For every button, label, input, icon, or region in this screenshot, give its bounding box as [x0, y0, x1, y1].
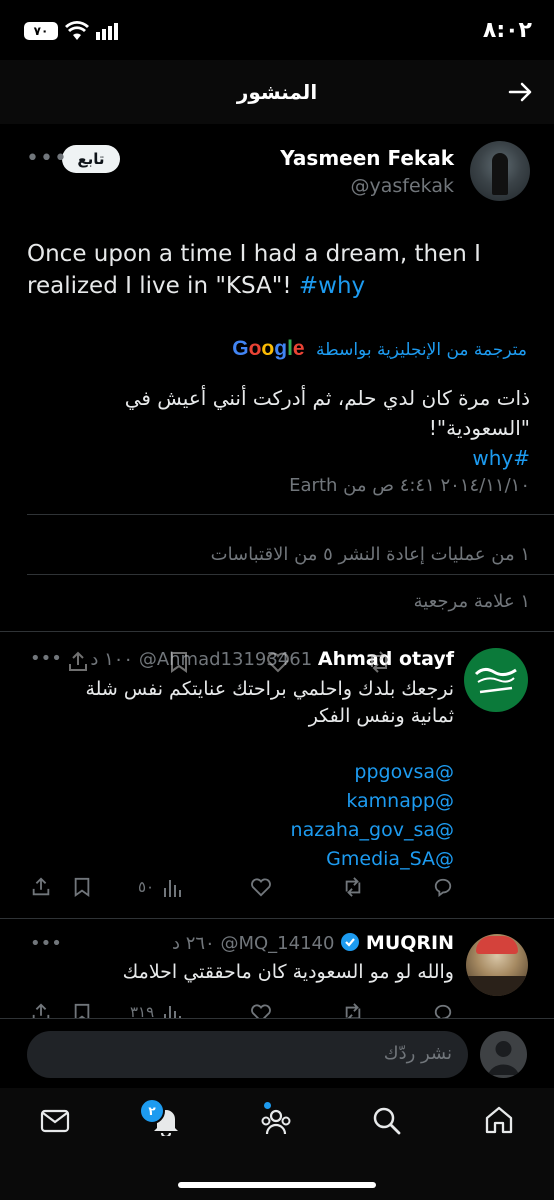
- bookmark-icon[interactable]: [72, 876, 92, 898]
- home-icon[interactable]: [484, 1105, 514, 1135]
- composer-bar: نشر ردّك: [0, 1018, 554, 1089]
- reply-2-header: ٢٦٠ د @MQ_14140 MUQRIN: [172, 932, 454, 954]
- mention-link[interactable]: @kamnapp: [291, 787, 454, 816]
- reply-input[interactable]: نشر ردّك: [27, 1031, 468, 1078]
- reply-2-avatar[interactable]: [466, 934, 528, 996]
- translated-text: ذات مرة كان لدي حلم، ثم أدركت أنني أعيش …: [20, 383, 530, 473]
- translation-attribution: مترجمة من الإنجليزية بواسطة Google: [232, 337, 527, 361]
- post-author-name[interactable]: Yasmeen Fekak: [280, 146, 454, 170]
- divider: [0, 631, 554, 632]
- translated-by-label: مترجمة من الإنجليزية بواسطة: [316, 340, 527, 360]
- communities-dot: [264, 1102, 271, 1109]
- reply-1-time: ١٠٠ د: [90, 649, 134, 670]
- post-text: Once upon a time I had a dream, then I r…: [27, 238, 527, 302]
- translated-hashtag[interactable]: #why: [20, 443, 530, 473]
- reply-2-handle[interactable]: @MQ_14140: [220, 933, 334, 954]
- messages-icon[interactable]: [40, 1108, 70, 1134]
- wifi-icon: [64, 20, 90, 42]
- post-hashtag[interactable]: #why: [299, 273, 365, 299]
- share-icon[interactable]: [66, 650, 90, 674]
- reply-1-avatar[interactable]: [464, 648, 528, 712]
- notifications-badge: ٢: [139, 1098, 165, 1124]
- post-text-line1: Once upon a time I had a dream, then I: [27, 241, 481, 267]
- battery-indicator: ٧٠: [24, 22, 58, 40]
- post-stats-reposts-quotes[interactable]: ١ من عمليات إعادة النشر ٥ من الاقتباسات: [211, 544, 530, 565]
- reply-1-views-count: ٥٠: [138, 878, 155, 896]
- flag-icon: [474, 667, 517, 694]
- more-options-icon[interactable]: •••: [26, 146, 68, 171]
- post-author-handle[interactable]: @yasfekak: [351, 175, 454, 197]
- divider: [0, 918, 554, 919]
- share-icon[interactable]: [30, 876, 52, 898]
- battery-level: ٧٠: [33, 24, 49, 38]
- like-icon[interactable]: [266, 651, 290, 673]
- post-meta: ٢٠١٤/١١/١٠ ٤:٤١ ص من Earth: [289, 475, 530, 496]
- views-icon[interactable]: [162, 878, 184, 898]
- notifications-badge-count: ٢: [148, 1104, 156, 1118]
- translated-text-line1: ذات مرة كان لدي حلم، ثم أدركت أنني أعيش …: [124, 386, 530, 440]
- home-indicator: [178, 1182, 376, 1188]
- post-text-line2-plain: realized I live in "KSA"!: [27, 273, 299, 299]
- default-avatar-icon: [488, 1041, 519, 1075]
- repost-icon[interactable]: [366, 651, 392, 673]
- reply-2-name[interactable]: MUQRIN: [366, 932, 454, 954]
- post-text-line2: realized I live in "KSA"! #why: [27, 270, 527, 302]
- arrow-right-icon: [508, 82, 532, 102]
- bookmark-icon[interactable]: [168, 650, 190, 674]
- bottom-nav: ٢: [0, 1088, 554, 1200]
- mention-link[interactable]: @nazaha_gov_sa: [291, 816, 454, 845]
- page-title: المنشور: [236, 80, 318, 104]
- mention-link[interactable]: @Gmedia_SA: [291, 845, 454, 874]
- reply-1-text-line1: نرجعك بلدك واحلمي براحتك عنايتكم نفس شلة: [85, 678, 454, 700]
- mention-link[interactable]: @ppgovsa: [291, 758, 454, 787]
- user-avatar[interactable]: [480, 1031, 527, 1078]
- search-icon[interactable]: [372, 1106, 402, 1136]
- reply-2-more-icon[interactable]: •••: [30, 933, 62, 954]
- reply-1-mentions: @ppgovsa @kamnapp @nazaha_gov_sa @Gmedia…: [291, 758, 454, 874]
- divider: [27, 574, 554, 575]
- like-icon[interactable]: [250, 877, 272, 897]
- post-author-avatar[interactable]: [470, 141, 530, 201]
- reply-input-placeholder: نشر ردّك: [383, 1043, 452, 1064]
- reply-2-text: والله لو مو السعودية كان ماحققتي احلامك: [122, 961, 454, 983]
- communities-icon[interactable]: [260, 1106, 292, 1136]
- post-stats-bookmarks[interactable]: ١ علامة مرجعية: [414, 591, 530, 612]
- reply-1-more-icon[interactable]: •••: [30, 648, 62, 669]
- status-bar: ٧٠ ٨:٠٢: [0, 0, 554, 60]
- back-button[interactable]: [508, 80, 534, 104]
- cellular-signal-icon: [96, 22, 120, 40]
- repost-icon[interactable]: [341, 877, 365, 897]
- divider: [27, 514, 554, 515]
- header-bar: المنشور: [0, 60, 554, 124]
- verified-badge-icon: [340, 932, 360, 952]
- clock: ٨:٠٢: [482, 18, 532, 43]
- reply-icon[interactable]: [432, 877, 454, 897]
- follow-button[interactable]: تابع: [62, 145, 120, 173]
- reply-2-time: ٢٦٠ د: [171, 933, 215, 954]
- google-logo: Google: [232, 337, 305, 360]
- reply-1-text: نرجعك بلدك واحلمي براحتك عنايتكم نفس شلة…: [24, 676, 454, 730]
- reply-1-actions: ٥٠: [0, 874, 554, 904]
- reply-1-text-line2: ثمانية ونفس الفكر: [308, 705, 454, 727]
